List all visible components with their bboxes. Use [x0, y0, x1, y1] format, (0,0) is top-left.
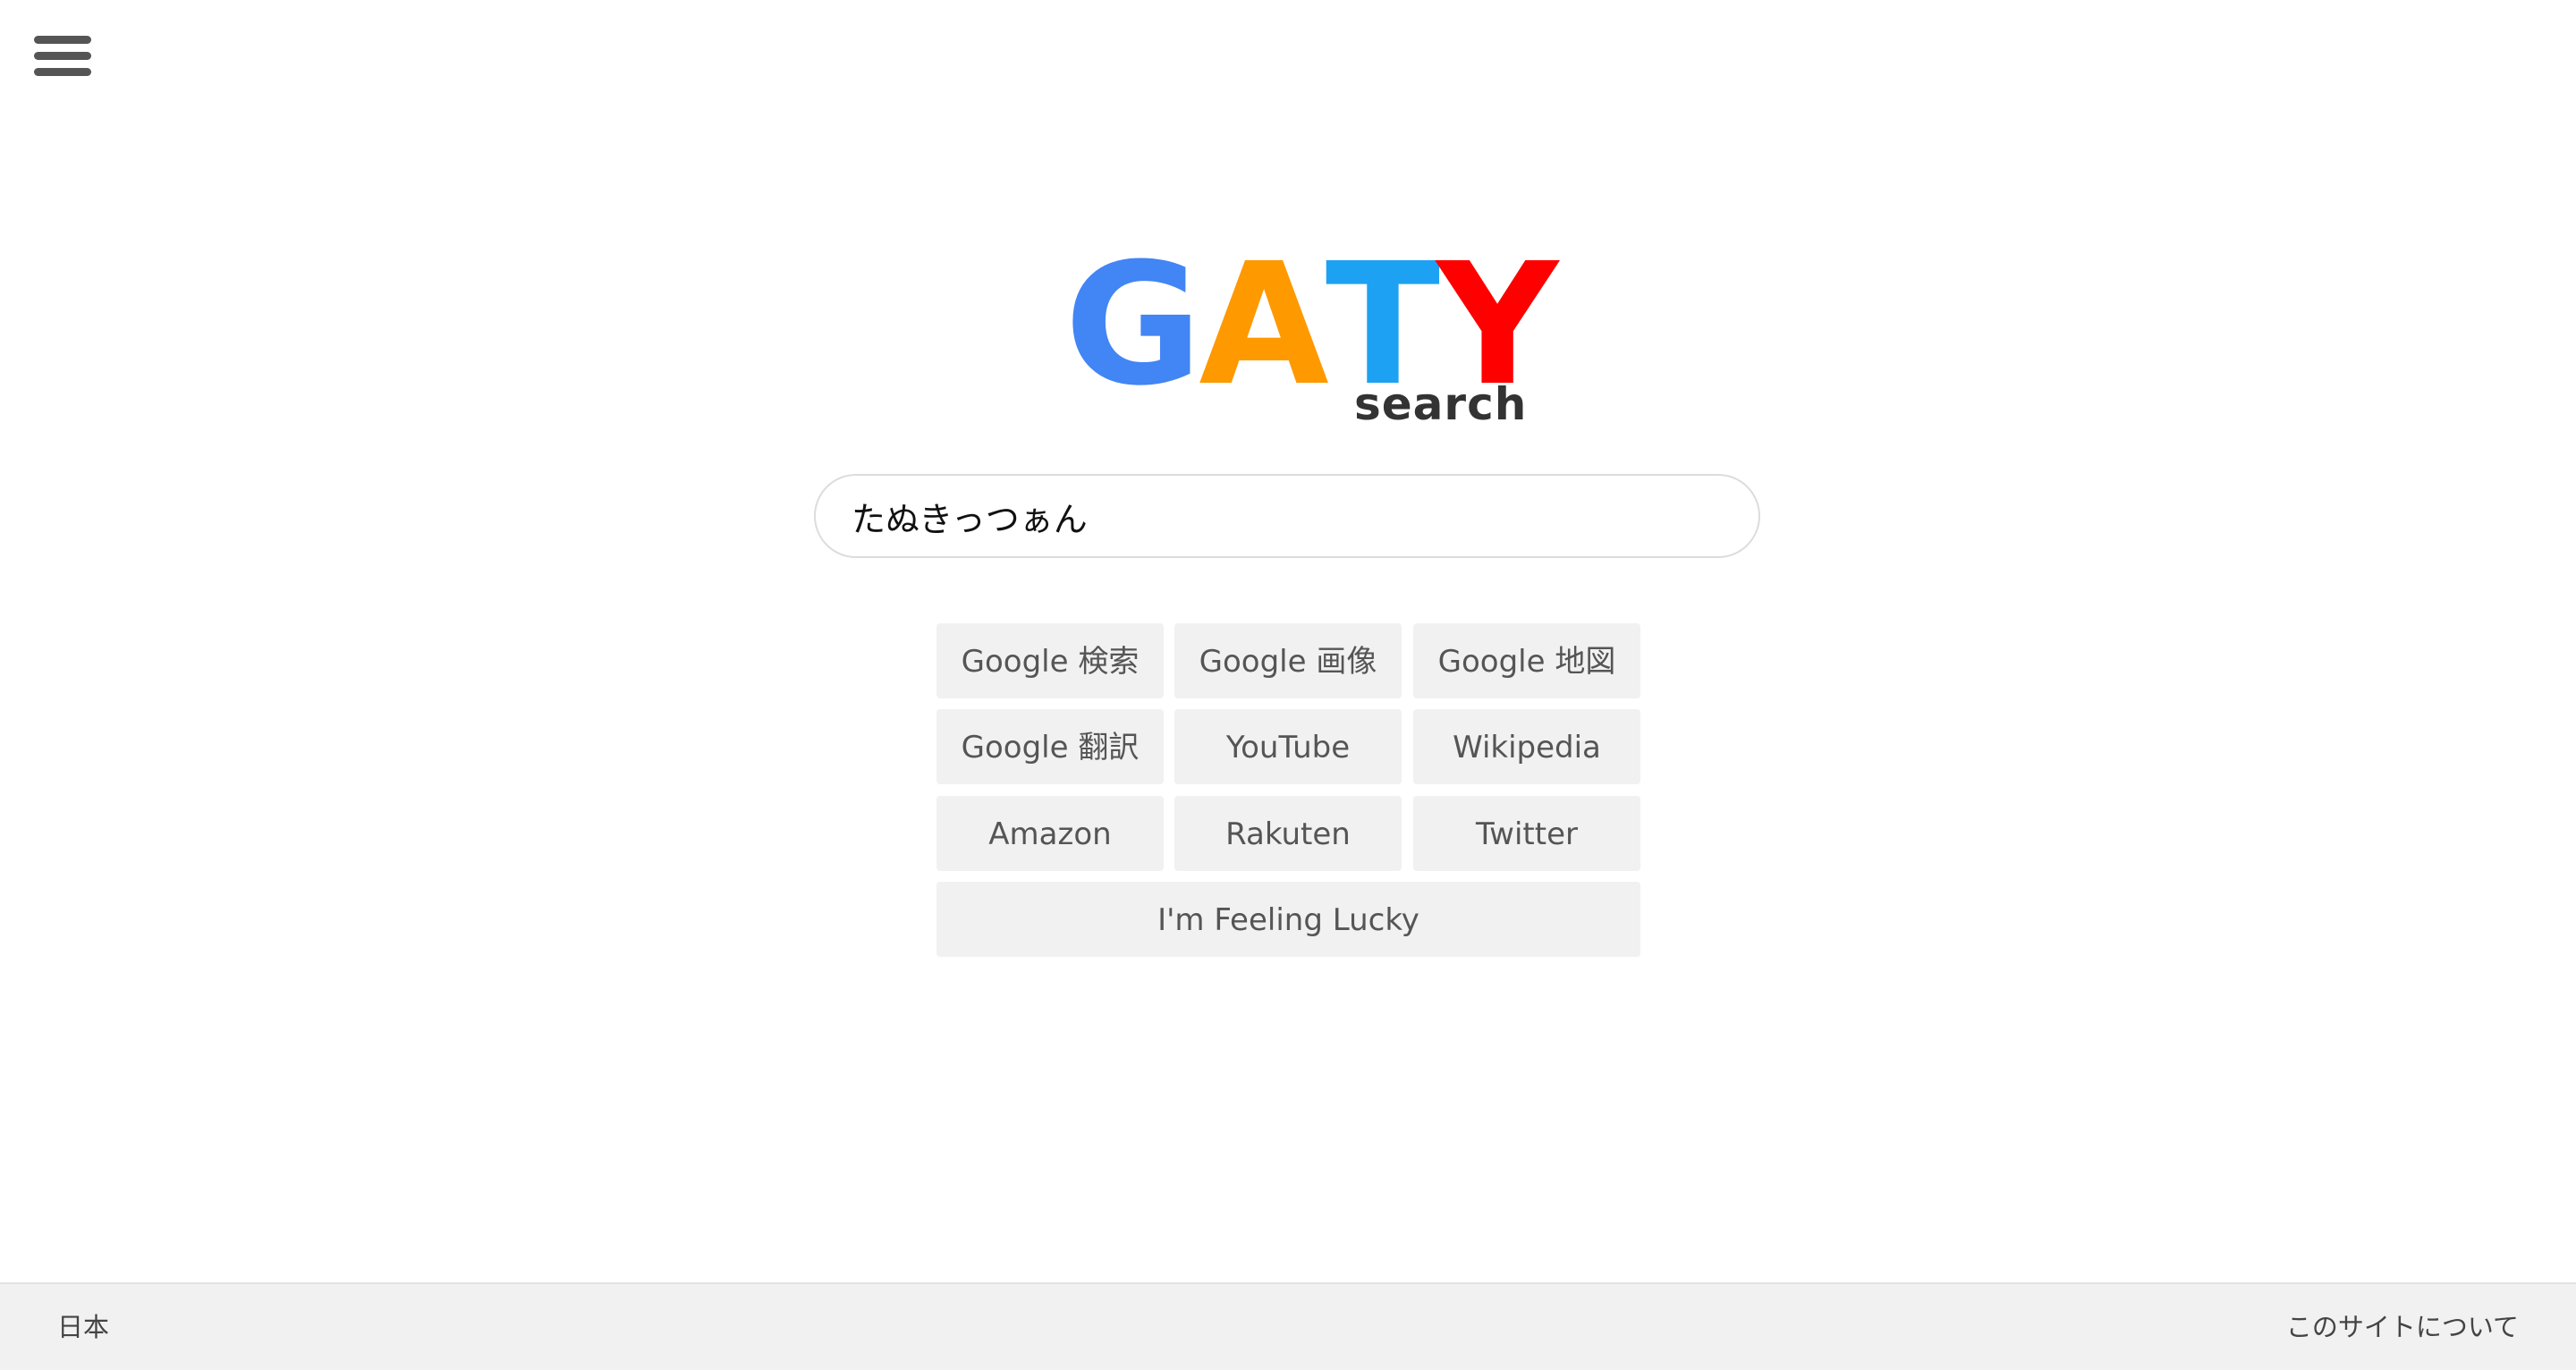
google-maps-button[interactable]: Google 地図 [1413, 623, 1640, 698]
footer-country: 日本 [57, 1312, 110, 1342]
hamburger-menu-icon[interactable] [34, 36, 91, 77]
logo-subtitle: search [1354, 378, 1528, 430]
amazon-button[interactable]: Amazon [936, 796, 1164, 871]
google-translate-button[interactable]: Google 翻訳 [936, 709, 1164, 784]
google-images-button[interactable]: Google 画像 [1174, 623, 1402, 698]
google-search-button[interactable]: Google 検索 [936, 623, 1164, 698]
menu-bar-bottom [34, 68, 91, 76]
menu-bar-top [34, 36, 91, 44]
feeling-lucky-button[interactable]: I'm Feeling Lucky [936, 882, 1640, 957]
about-site-link[interactable]: このサイトについて [2286, 1284, 2519, 1370]
gaty-logo: GATY search [1064, 227, 1558, 431]
rakuten-button[interactable]: Rakuten [1174, 796, 1402, 871]
page: GATY search Google 検索 Google 画像 Google 地… [0, 0, 2576, 1370]
search-box[interactable] [814, 474, 1760, 558]
twitter-button[interactable]: Twitter [1413, 796, 1640, 871]
search-input[interactable] [852, 476, 1728, 556]
logo-letter-g: G [1064, 227, 1202, 423]
footer: 日本 このサイトについて [0, 1282, 2576, 1370]
menu-bar-middle [34, 52, 91, 60]
logo-letter-a: A [1199, 227, 1328, 423]
wikipedia-button[interactable]: Wikipedia [1413, 709, 1640, 784]
youtube-button[interactable]: YouTube [1174, 709, 1402, 784]
